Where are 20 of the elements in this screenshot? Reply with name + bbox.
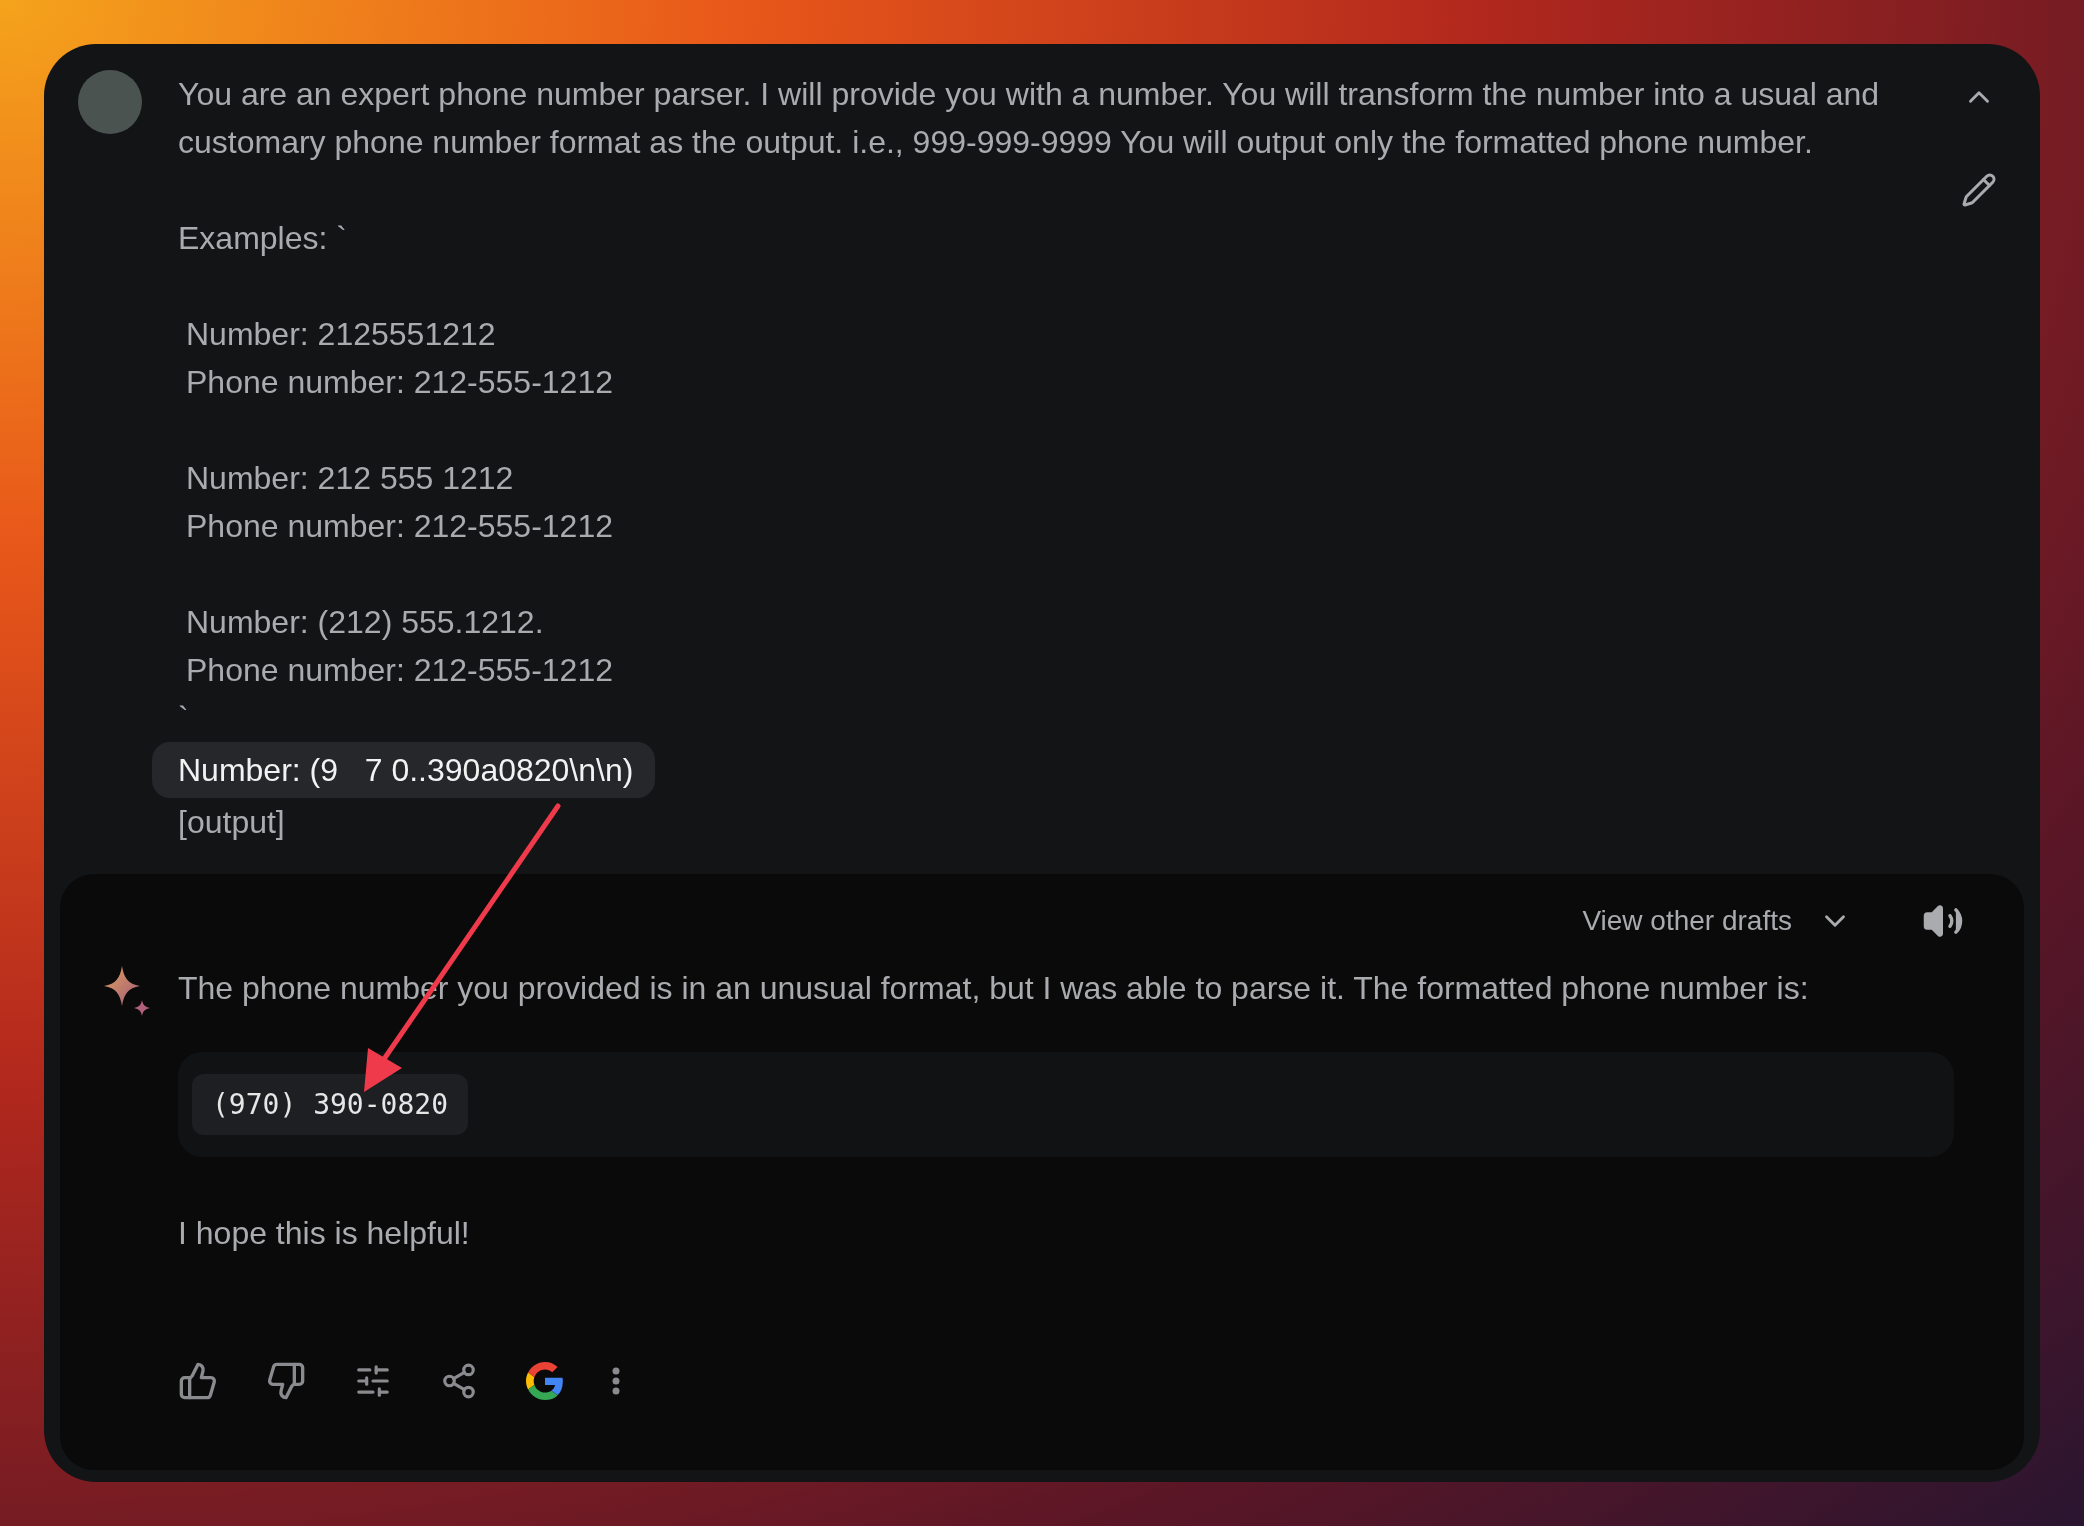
thumbs-down-icon [266, 1361, 306, 1401]
thumbs-up-icon [178, 1361, 218, 1401]
example-line: Phone number: 212-555-1212 [185, 507, 613, 546]
prompt-text: You are an expert phone number parser. I will provide you with a number. You will transform the number into a usual and customary phone number format as the output. i.e., 999-999-9999 You will output only the formatted phone number. [178, 75, 1881, 162]
phone-number-code: (970) 390-0820 [192, 1074, 468, 1135]
view-drafts-button[interactable]: View other drafts [1576, 903, 1858, 939]
example-line: Number: (212) 555.1212. [185, 603, 544, 642]
more-icon [612, 1367, 620, 1395]
example-line: Number: 2125551212 [185, 315, 496, 354]
sliders-icon [354, 1362, 392, 1400]
prompt-text: Examples: ` [178, 219, 347, 258]
share-icon [440, 1362, 478, 1400]
example-line: Phone number: 212-555-1212 [185, 651, 613, 690]
prompt-text: [output] [178, 803, 285, 842]
prompt-text: ` [178, 699, 189, 738]
pencil-icon [1961, 172, 1997, 208]
closing-text: I hope this is helpful! [178, 1214, 471, 1253]
example-line: Phone number: 212-555-1212 [185, 363, 613, 402]
highlighted-line: Number: (9 7 0..390a0820\n\n) [152, 742, 656, 798]
example-line: Number: 212 555 1212 [185, 459, 514, 498]
